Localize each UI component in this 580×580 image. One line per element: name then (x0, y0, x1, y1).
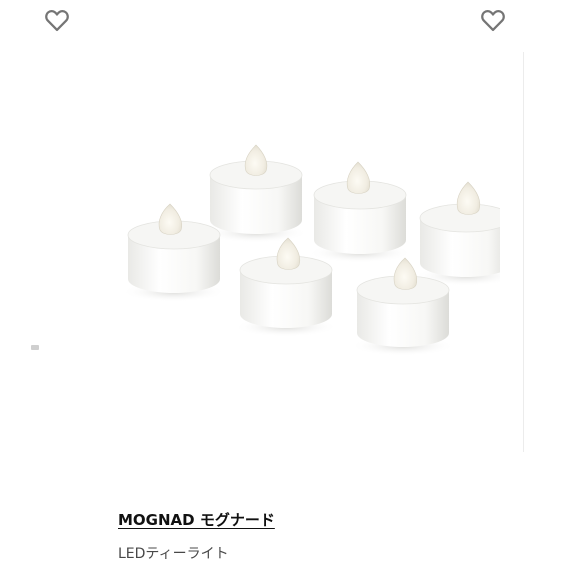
favorite-heart-icon[interactable] (42, 6, 72, 34)
product-image[interactable] (100, 120, 518, 380)
product-title-link[interactable]: MOGNAD モグナード (118, 509, 275, 530)
carousel-indicator (31, 345, 39, 350)
tealight-candle (204, 144, 308, 243)
product-description: LEDティーライト (118, 546, 229, 562)
tealight-candle (308, 161, 412, 263)
divider-line (523, 52, 524, 452)
favorite-heart-icon-right[interactable] (478, 6, 508, 34)
tealight-candle (414, 181, 518, 286)
